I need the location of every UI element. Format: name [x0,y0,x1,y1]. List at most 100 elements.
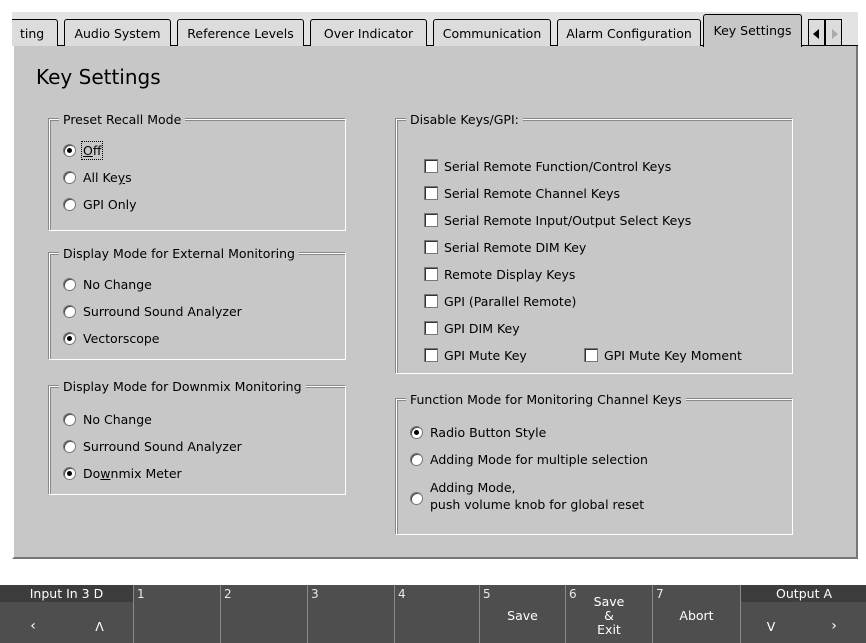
tab-setting[interactable]: ting [12,19,58,46]
function-key-bar: Input In 3 D ‹ Λ 1 2 3 4 5 Save 6 Save &… [0,585,866,643]
radio-icon [63,413,76,426]
external-monitoring-group: Display Mode for External Monitoring No … [49,246,346,360]
tab-label: Audio System [74,26,161,41]
checkbox-label: GPI Mute Key [444,348,527,363]
checkbox-label: Serial Remote Input/Output Select Keys [444,213,692,228]
tab-label: Over Indicator [323,26,414,41]
radio-selected-icon [63,467,76,480]
checkbox-label: Serial Remote Function/Control Keys [444,159,672,174]
key-number: 4 [398,587,406,601]
abort-button[interactable]: 7 Abort [652,585,740,643]
save-exit-label-line-2: & [604,608,614,623]
page-title: Key Settings [36,65,161,89]
checkbox-label: GPI (Parallel Remote) [444,294,577,309]
input-label: Input In 3 D [0,585,133,602]
input-up-button[interactable]: Λ [66,619,133,634]
downmix-monitoring-group: Display Mode for Downmix Monitoring No C… [49,379,346,495]
radio-icon [63,198,76,211]
checkbox-label: GPI Mute Key Moment [604,348,742,363]
radio-label: Off [80,141,104,160]
arrow-right-icon [832,29,838,39]
tab-scroll-right-button[interactable] [825,19,842,46]
input-prev-button[interactable]: ‹ [0,618,66,634]
radio-label: Radio Button Style [430,425,547,440]
group-legend: Disable Keys/GPI: [406,112,523,127]
tab-reference-levels[interactable]: Reference Levels [177,19,304,46]
save-button[interactable]: 5 Save [479,585,565,643]
radio-icon [410,492,423,505]
save-label: Save [507,608,538,623]
group-legend: Function Mode for Monitoring Channel Key… [406,392,686,407]
output-down-button[interactable]: V [741,619,801,634]
radio-label: Vectorscope [83,331,160,346]
radio-label: No Change [83,277,152,292]
checkbox-label: GPI DIM Key [444,321,520,336]
tab-label: Communication [442,26,542,41]
tab-key-settings[interactable]: Key Settings [703,14,802,47]
radio-icon [63,171,76,184]
radio-selected-icon [410,426,423,439]
radio-label: Adding Mode for multiple selection [430,452,648,467]
function-mode-group: Function Mode for Monitoring Channel Key… [396,392,793,535]
checkbox-icon [424,267,438,281]
tab-alarm-configuration[interactable]: Alarm Configuration [557,19,701,46]
checkbox-icon [424,159,438,173]
arrow-left-icon [813,29,819,39]
output-select-cell: Output A V › [740,585,866,643]
input-select-cell: Input In 3 D ‹ Λ [0,585,133,643]
checkbox-icon [584,348,598,362]
abort-label: Abort [679,608,714,623]
group-legend: Preset Recall Mode [59,112,186,127]
radio-selected-icon [63,332,76,345]
checkbox-label: Remote Display Keys [444,267,576,282]
radio-label: GPI Only [83,197,137,212]
radio-icon [63,305,76,318]
checkbox-icon [424,294,438,308]
group-legend: Display Mode for External Monitoring [59,246,299,261]
checkbox-icon [424,186,438,200]
tab-label: Alarm Configuration [566,26,692,41]
output-label: Output A [741,585,866,602]
save-exit-button[interactable]: 6 Save & Exit [565,585,652,643]
settings-panel: Key Settings Preset Recall Mode Off All … [12,46,858,559]
disable-keys-group: Disable Keys/GPI: Serial Remote Function… [396,112,793,374]
key-number: 1 [137,587,145,601]
key-number: 3 [311,587,319,601]
function-key-3[interactable]: 3 [307,585,394,643]
radio-label-line-2: push volume knob for global reset [430,497,645,512]
tab-label: Key Settings [713,23,792,38]
tab-over-indicator[interactable]: Over Indicator [310,19,427,46]
save-exit-label-line-3: Exit [597,622,621,637]
radio-icon [63,278,76,291]
radio-icon [63,440,76,453]
radio-label: Downmix Meter [83,466,182,481]
tab-audio-system[interactable]: Audio System [64,19,171,46]
tab-scroll-left-button[interactable] [808,19,825,46]
key-number: 5 [483,587,491,601]
tab-bar: ting Audio System Reference Levels Over … [12,12,858,47]
tab-label: ting [20,26,45,41]
checkbox-icon [424,321,438,335]
radio-label-line-1: Adding Mode, [430,480,516,495]
preset-recall-mode-group: Preset Recall Mode Off All Keys GPI Only [49,112,346,231]
radio-label: All Keys [83,170,132,185]
function-key-2[interactable]: 2 [220,585,307,643]
function-key-4[interactable]: 4 [394,585,479,643]
key-number: 2 [224,587,232,601]
checkbox-label: Serial Remote Channel Keys [444,186,621,201]
radio-label: Surround Sound Analyzer [83,439,242,454]
radio-label: No Change [83,412,152,427]
checkbox-icon [424,213,438,227]
function-key-1[interactable]: 1 [133,585,220,643]
group-legend: Display Mode for Downmix Monitoring [59,379,306,394]
tab-communication[interactable]: Communication [433,19,551,46]
key-number: 7 [656,587,664,601]
radio-label: Surround Sound Analyzer [83,304,242,319]
radio-selected-icon [63,144,76,157]
save-exit-label-line-1: Save [593,594,625,609]
checkbox-icon [424,348,438,362]
checkbox-icon [424,240,438,254]
tab-label: Reference Levels [187,26,294,41]
radio-icon [410,453,423,466]
output-next-button[interactable]: › [801,618,866,634]
